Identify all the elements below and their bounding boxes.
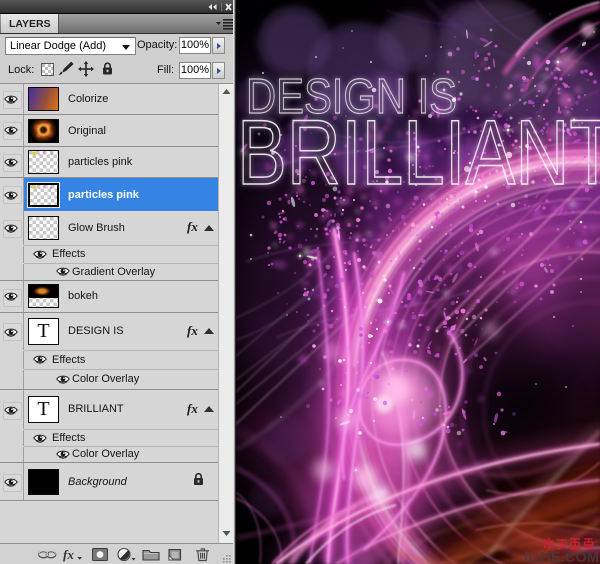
svg-text:01HE.COM: 01HE.COM (524, 549, 599, 564)
svg-text:BRILLIANT: BRILLIANT (237, 102, 600, 204)
svg-text:fx: fx (63, 547, 74, 562)
